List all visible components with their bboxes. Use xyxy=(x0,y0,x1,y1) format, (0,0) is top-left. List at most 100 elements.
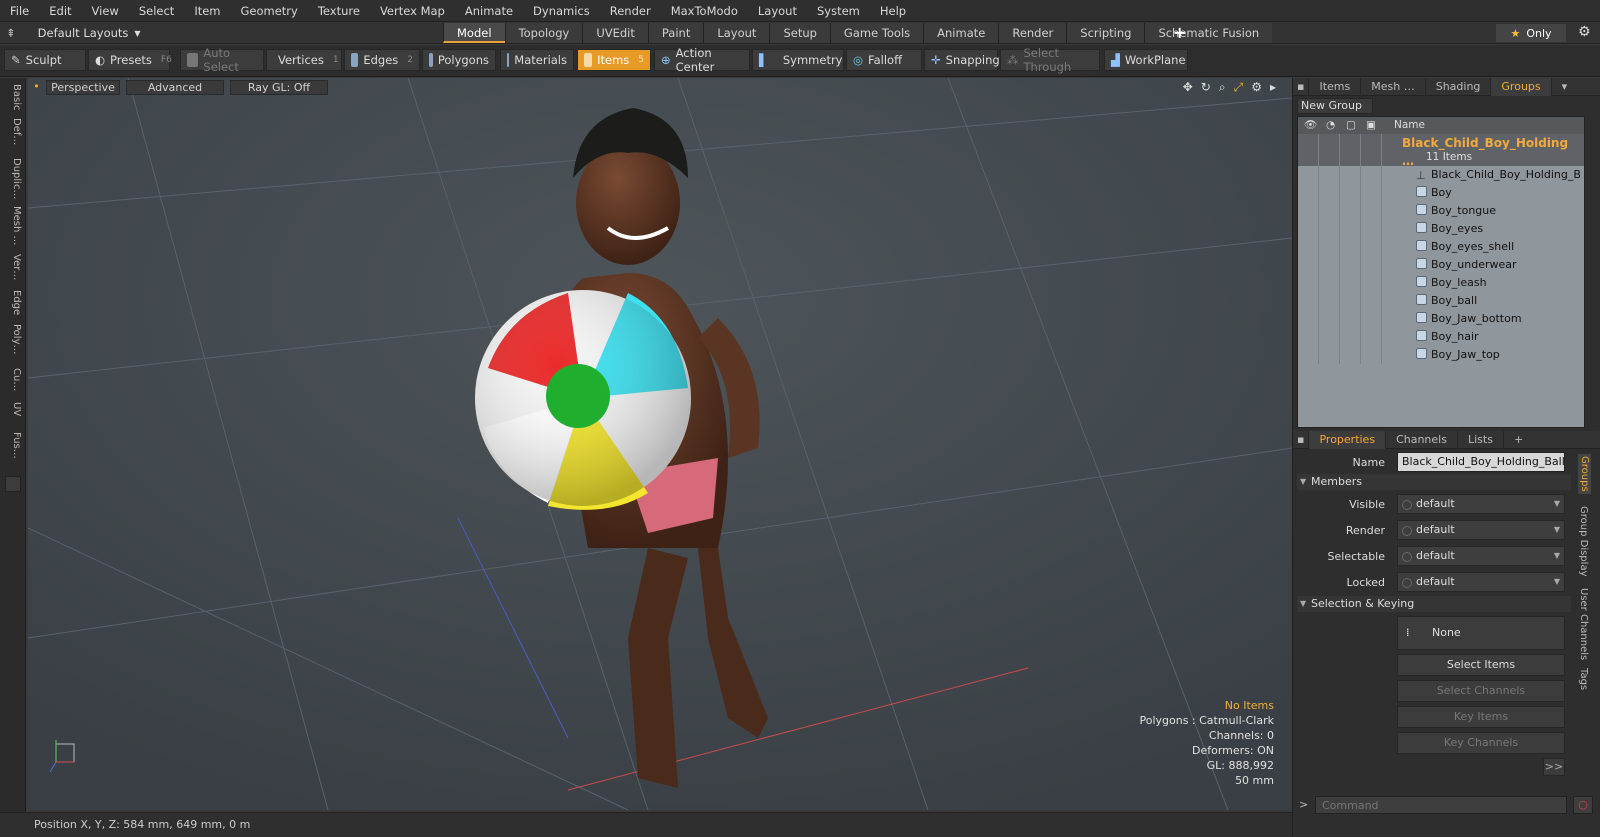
select-through-button[interactable]: ⁂ Select Through xyxy=(1000,46,1100,74)
menu-animate[interactable]: Animate xyxy=(455,0,523,22)
tab-layout[interactable]: Layout xyxy=(703,23,770,43)
items-button[interactable]: Items 5 xyxy=(577,49,651,71)
expand-right-icon[interactable]: ▸ xyxy=(1270,80,1276,95)
locked-select[interactable]: default xyxy=(1397,572,1565,592)
selection-keying-section[interactable]: Selection & Keying xyxy=(1297,596,1571,612)
menu-geometry[interactable]: Geometry xyxy=(231,0,308,22)
menu-help[interactable]: Help xyxy=(870,0,916,22)
menu-select[interactable]: Select xyxy=(129,0,184,22)
list-item[interactable]: Boy_underwear xyxy=(1298,256,1584,274)
side-tab-group-display[interactable]: Group Display xyxy=(1578,506,1589,576)
tab-paint[interactable]: Paint xyxy=(647,23,704,43)
menu-edit[interactable]: Edit xyxy=(39,0,81,22)
list-item[interactable]: Boy_Jaw_bottom xyxy=(1298,310,1584,328)
symmetry-button[interactable]: ▌ Symmetry xyxy=(752,49,844,71)
menu-layout[interactable]: Layout xyxy=(748,0,807,22)
side-tab-user-channels[interactable]: User Channels xyxy=(1578,588,1589,660)
shading-mode-button[interactable]: Advanced xyxy=(126,80,224,95)
tab-game-tools[interactable]: Game Tools xyxy=(829,23,924,43)
name-field[interactable]: Black_Child_Boy_Holding_Ball_Be… xyxy=(1397,452,1565,472)
command-input[interactable] xyxy=(1315,796,1567,814)
left-tab-duplicate[interactable]: Duplic… xyxy=(4,158,22,199)
menu-system[interactable]: System xyxy=(807,0,870,22)
menu-view[interactable]: View xyxy=(82,0,129,22)
layout-selector[interactable]: ⇞ Default Layouts ▼ xyxy=(6,22,141,44)
left-tab-fusion[interactable]: Fus… xyxy=(4,432,22,459)
edges-button[interactable]: Edges 2 xyxy=(344,49,420,71)
list-item[interactable]: Boy_Jaw_top xyxy=(1298,346,1584,364)
record-icon[interactable]: ○ xyxy=(1573,796,1593,814)
menu-dynamics[interactable]: Dynamics xyxy=(523,0,600,22)
tabs-more-icon[interactable]: ▾ xyxy=(1552,78,1578,96)
eye-icon[interactable]: 👁 xyxy=(1304,117,1317,134)
none-button[interactable]: ⁞ None xyxy=(1397,616,1565,650)
tab-model[interactable]: Model xyxy=(443,23,505,43)
left-tab-deform[interactable]: Def… xyxy=(4,118,22,145)
viewport-menu-icon[interactable]: • xyxy=(32,80,41,95)
left-tab-vertex[interactable]: Ver… xyxy=(4,254,22,280)
presets-button[interactable]: ◐ Presets F6 xyxy=(88,49,172,71)
key-items-button[interactable]: Key Items xyxy=(1397,706,1565,728)
tab-render[interactable]: Render xyxy=(998,23,1067,43)
rotate-icon[interactable]: ↻ xyxy=(1201,80,1211,95)
list-item[interactable]: ⊥ Black_Child_Boy_Holding_B … xyxy=(1298,166,1584,199)
snapping-button[interactable]: ✛ Snapping xyxy=(924,49,1000,71)
polygons-button[interactable]: Polygons xyxy=(422,49,496,71)
maximize-icon[interactable]: ⤢ xyxy=(1234,80,1244,95)
group-row[interactable]: Black_Child_Boy_Holding … 11 Items xyxy=(1298,134,1584,168)
vertices-button[interactable]: Vertices 1 xyxy=(266,49,342,71)
view-type-button[interactable]: Perspective xyxy=(46,80,120,95)
add-tab-icon[interactable]: + xyxy=(1504,431,1533,449)
raygl-button[interactable]: Ray GL: Off xyxy=(230,80,328,95)
falloff-button[interactable]: ◎ Falloff xyxy=(846,49,922,71)
tab-groups[interactable]: Groups xyxy=(1491,77,1552,96)
render-icon[interactable]: ◔ xyxy=(1326,117,1335,134)
left-tab-edge[interactable]: Edge xyxy=(4,290,22,315)
select-channels-button[interactable]: Select Channels xyxy=(1397,680,1565,702)
lock-icon[interactable]: ▢ xyxy=(1346,117,1356,134)
render-select[interactable]: default xyxy=(1397,520,1565,540)
list-item[interactable]: Boy_ball xyxy=(1298,292,1584,310)
menu-texture[interactable]: Texture xyxy=(308,0,370,22)
pan-icon[interactable]: ✥ xyxy=(1183,80,1193,95)
list-item[interactable]: Boy_leash xyxy=(1298,274,1584,292)
menu-render[interactable]: Render xyxy=(600,0,661,22)
side-tab-groups[interactable]: Groups xyxy=(1578,454,1591,494)
list-item[interactable]: Boy xyxy=(1298,184,1584,202)
tab-properties[interactable]: Properties xyxy=(1309,430,1387,449)
left-tab-uv[interactable]: UV xyxy=(4,402,22,416)
left-tab-curve[interactable]: Cu… xyxy=(4,368,22,391)
tab-items[interactable]: Items xyxy=(1309,77,1362,96)
menu-item[interactable]: Item xyxy=(184,0,230,22)
tab-scripting[interactable]: Scripting xyxy=(1066,23,1145,43)
list-item[interactable]: Boy_eyes xyxy=(1298,220,1584,238)
menu-vertex-map[interactable]: Vertex Map xyxy=(370,0,455,22)
tab-animate[interactable]: Animate xyxy=(923,23,999,43)
props-menu-icon[interactable]: ▪ xyxy=(1293,430,1310,449)
gear-icon[interactable]: ⚙ xyxy=(1578,24,1591,40)
materials-button[interactable]: Materials xyxy=(500,49,574,71)
list-item[interactable]: Boy_tongue xyxy=(1298,202,1584,220)
tab-mesh[interactable]: Mesh … xyxy=(1361,77,1426,96)
action-center-button[interactable]: ⊕ Action Center xyxy=(654,46,750,74)
workplane-button[interactable]: ▟ WorkPlane xyxy=(1104,49,1188,71)
add-tab-icon[interactable]: + xyxy=(1173,22,1186,44)
tab-lists[interactable]: Lists xyxy=(1458,430,1504,449)
menu-maxtomodo[interactable]: MaxToModo xyxy=(661,0,748,22)
zoom-icon[interactable]: ⌕ xyxy=(1219,80,1226,95)
only-toggle[interactable]: ★ Only xyxy=(1496,24,1566,42)
list-item[interactable]: Boy_eyes_shell xyxy=(1298,238,1584,256)
3d-viewport[interactable]: • Perspective Advanced Ray GL: Off ✥ ↻ ⌕… xyxy=(28,78,1292,810)
more-button[interactable]: >> xyxy=(1543,758,1565,776)
tab-topology[interactable]: Topology xyxy=(504,23,583,43)
select-icon[interactable]: ▣ xyxy=(1366,117,1376,134)
auto-select-button[interactable]: Auto Select xyxy=(180,46,264,74)
new-group-button[interactable]: New Group xyxy=(1297,98,1373,114)
viewport-gear-icon[interactable]: ⚙ xyxy=(1251,80,1262,95)
tab-schematic-fusion[interactable]: Schematic Fusion xyxy=(1144,23,1273,43)
side-tab-tags[interactable]: Tags xyxy=(1578,668,1589,690)
tab-setup[interactable]: Setup xyxy=(769,23,830,43)
menu-file[interactable]: File xyxy=(0,0,39,22)
visible-select[interactable]: default xyxy=(1397,494,1565,514)
tab-channels[interactable]: Channels xyxy=(1386,430,1458,449)
